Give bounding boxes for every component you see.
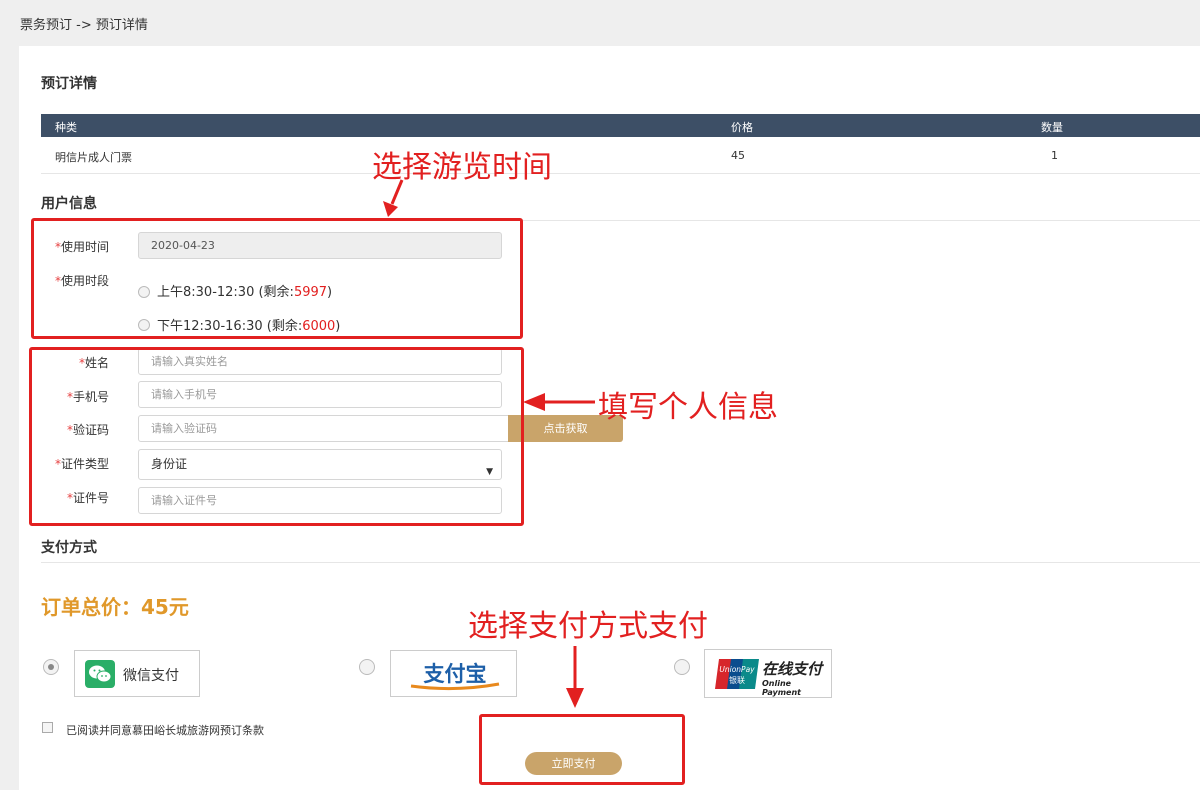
arrow-down-icon bbox=[390, 179, 404, 205]
annotation-arrows bbox=[383, 179, 595, 708]
